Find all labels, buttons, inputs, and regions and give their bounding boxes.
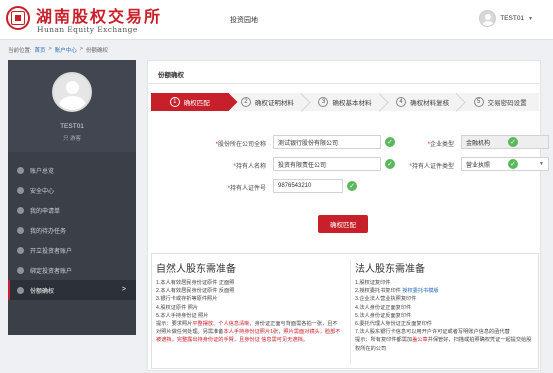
page-title: 份额确权 (158, 72, 184, 79)
step-number: 5 (473, 97, 484, 107)
user-menu[interactable]: TEST01 ▼ (479, 10, 533, 27)
enterprise-type-select[interactable]: 金融机构 (461, 135, 549, 149)
holder-cert-type-label: *持有人证件类型 (409, 164, 454, 170)
breadcrumb-account-center[interactable]: 账户中心 (55, 46, 77, 54)
individual-title: 自然人股东需准备 (156, 264, 236, 275)
holder-cert-type-value: 营业执照 (466, 162, 491, 169)
shield-icon (17, 186, 24, 194)
enterprise-type-value: 金融机构 (466, 140, 491, 147)
sidebar-item-security-center[interactable]: 安全中心 (8, 180, 136, 200)
profile-role: 只 游客 (62, 136, 82, 142)
sidebar-item-label: 开立投资者账户 (30, 248, 73, 255)
list-item: 5.法人身份证反面复印件 (355, 312, 412, 319)
holder-cert-type-select[interactable]: 营业执照 ▼ (461, 157, 549, 171)
chevron-right-icon: > (121, 286, 126, 293)
profile-card: TEST01 只 游客 (8, 60, 136, 152)
legal-person-tip: 提示：所有复印件都需加盖公章并保管好，扫描或拍照确权凭证一起提交给股权所在的公司 (355, 337, 532, 352)
breadcrumb-prefix: 当前位置: (8, 48, 32, 54)
breadcrumb: 当前位置: 首页 > 账户中心 > 份额确权 (8, 46, 108, 54)
individual-tip: 提示：要求照片平整摆放、个人信息清晰，身份证正面与背面需各拍一张，且不对照片做任… (156, 321, 341, 344)
breadcrumb-home[interactable]: 首页 (35, 46, 46, 54)
sidebar-item-label: 份额确权 (30, 288, 55, 295)
step-label: 确权证明材料 (254, 100, 294, 107)
sidebar-item-label: 绑定投资者账户 (30, 268, 73, 275)
user-avatar-icon[interactable] (479, 10, 497, 27)
list-item: 3.银行卡或存折等原件照片 (156, 296, 218, 303)
sidebar-item-my-tasks[interactable]: 我的待办任务 (8, 220, 136, 240)
list-item: 2.本人有效居民身份证原件 反面照 (156, 288, 235, 295)
step-number: 2 (240, 97, 251, 107)
logo-chinese-name[interactable]: 湖南股权交易所 (36, 3, 162, 27)
sidebar: TEST01 只 游客 账户总览 安全中心 我的申请单 我的待办任务 开立投资者… (8, 60, 136, 335)
logo-english-name: Hunan Equity Exchange (37, 25, 138, 34)
header-username[interactable]: TEST01 (500, 15, 524, 22)
link-icon (17, 266, 24, 274)
task-icon (17, 226, 24, 234)
company-label: *股份所在公司全称 (215, 142, 266, 148)
step-number: 3 (318, 97, 329, 107)
step-label: 交易密码设置 (487, 100, 527, 107)
list-item: 1.本人有效居民身份证原件 正面照 (156, 280, 235, 286)
document-icon (17, 206, 24, 214)
title-divider (148, 83, 540, 84)
sidebar-item-label: 安全中心 (30, 188, 55, 195)
profile-name: TEST01 (60, 123, 84, 130)
enterprise-type-label: *企业类型 (427, 142, 454, 148)
step-number: 1 (169, 97, 180, 107)
holder-cert-no-input[interactable]: 9876543210 (273, 179, 343, 193)
holder-cert-no-label: *持有人证件号 (227, 186, 266, 192)
step-proof-materials[interactable]: 2 确权证明材料 (228, 93, 307, 111)
step-number: 4 (396, 97, 407, 107)
sidebar-item-account-overview[interactable]: 账户总览 (8, 160, 136, 180)
logo-seal-inner (11, 11, 25, 25)
chevron-down-icon[interactable]: ▼ (528, 16, 533, 22)
step-progress: 1 确权匹配 2 确权证明材料 3 确权基本材料 4 确权材料复核 5 交易密码… (151, 93, 539, 111)
avatar[interactable] (52, 72, 92, 112)
exchange-logo-seal[interactable] (6, 6, 30, 30)
sidebar-item-label: 我的待办任务 (30, 228, 67, 235)
breadcrumb-current: 份额确权 (86, 48, 109, 54)
check-icon: ✓ (508, 159, 518, 169)
sidebar-item-label: 账户总览 (30, 168, 55, 175)
list-item: 1.股权证复印件 (355, 280, 391, 286)
step-label: 确权基本材料 (332, 100, 372, 107)
authorization-template-link[interactable]: 授权委托书模版 (402, 288, 438, 294)
step-basic-materials[interactable]: 3 确权基本材料 (306, 93, 384, 111)
list-item: 3.企业法人营业执照复印件 (355, 296, 417, 303)
share-confirmation-icon (17, 286, 24, 294)
check-icon: ✓ (347, 181, 357, 191)
step-password-setup[interactable]: 5 交易密码设置 (461, 93, 539, 111)
add-account-icon (17, 246, 24, 254)
nav-investment-garden[interactable]: 投资园地 (230, 15, 258, 25)
step-label: 确权匹配 (183, 100, 210, 107)
breadcrumb-separator: > (79, 46, 83, 52)
list-item: 2.授权委托书复印件 授权委托书模版 (355, 288, 439, 295)
sidebar-item-bind-investor-account[interactable]: 绑定投资者账户 (8, 260, 136, 280)
list-item: 5.本人手持身份证 照片 (156, 312, 209, 319)
individual-requirements: 自然人股东需准备 1.本人有效居民身份证原件 正面照 2.本人有效居民身份证原件… (156, 260, 342, 345)
sidebar-item-open-investor-account[interactable]: 开立投资者账户 (8, 240, 136, 260)
step-label: 确权材料复核 (410, 100, 450, 107)
breadcrumb-separator: > (48, 46, 52, 52)
check-icon: ✓ (508, 137, 518, 147)
top-header: 湖南股权交易所 Hunan Equity Exchange 投资园地 TEST0… (0, 0, 553, 40)
account-overview-icon (17, 166, 24, 174)
list-item: 4.法人身份证正面复印件 (355, 304, 412, 311)
list-item: 6.委托代理人身份证正反面复印件 (355, 321, 432, 328)
list-item: 7.法人股东银行卡信息可以用开户许可证或者写明账户信息的函代替 (355, 329, 510, 336)
sidebar-item-share-confirmation[interactable]: 份额确权 > (8, 280, 136, 300)
sidebar-item-my-applications[interactable]: 我的申请单 (8, 200, 136, 220)
requirements-box: 自然人股东需准备 1.本人有效居民身份证原件 正面照 2.本人有效居民身份证原件… (151, 253, 539, 369)
list-item: 4.股权证原件 照片 (156, 304, 199, 311)
main-panel: 份额确权 1 确权匹配 2 确权证明材料 3 确权基本材料 4 确权材料复核 5… (147, 60, 549, 371)
confirm-match-button[interactable]: 确权匹配 (318, 215, 368, 233)
holder-name-label: *持有人名称 (233, 164, 266, 170)
legal-person-requirements: 法人股东需准备 1.股权证复印件 2.授权委托书复印件 授权委托书模版 3.企业… (350, 260, 536, 364)
sidebar-menu: 账户总览 安全中心 我的申请单 我的待办任务 开立投资者账户 绑定投资者账户 份… (8, 160, 136, 300)
step-match[interactable]: 1 确权匹配 (151, 93, 229, 111)
legal-person-title: 法人股东需准备 (355, 264, 425, 275)
chevron-down-icon: ▼ (539, 161, 544, 167)
sidebar-item-label: 我的申请单 (30, 208, 61, 215)
step-materials-review[interactable]: 4 确权材料复核 (383, 93, 462, 111)
